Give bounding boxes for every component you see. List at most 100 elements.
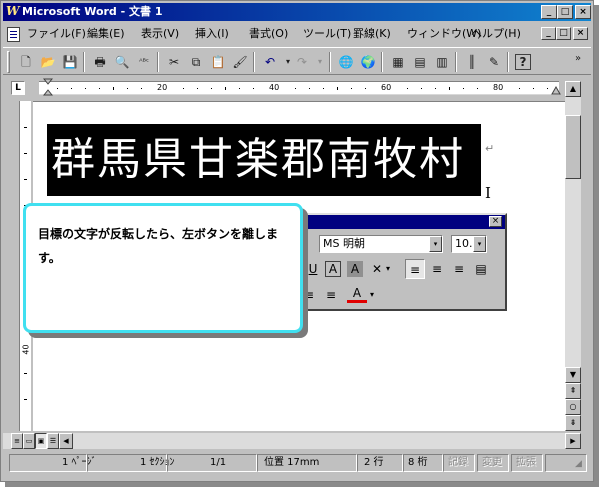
ruler-dot [239,88,240,89]
menu-view[interactable]: 表示(V) [141,27,179,41]
new-doc-icon[interactable]: 🗋 [15,51,37,73]
font-name-combo[interactable]: MS 明朝 ▾ [319,235,443,253]
char-border-button[interactable]: A [325,261,341,277]
print-layout-view-button[interactable]: ▣ [35,433,47,449]
maximize-button[interactable]: □ [557,5,573,19]
scroll-up-button[interactable]: ▲ [565,81,581,97]
document-icon[interactable] [7,27,20,42]
insert-excel-icon[interactable]: ▥ [431,51,453,73]
menu-bar: ファイル(F) 編集(E) 表示(V) 挿入(I) 書式(O) ツール(T) 罫… [3,23,591,45]
vruler-tick [24,153,27,154]
ibeam-cursor-icon: I [485,184,491,202]
scroll-left-button[interactable]: ◀ [59,433,73,449]
underline-button[interactable]: U [303,259,323,279]
distribute-button[interactable]: ▤ [471,259,491,279]
status-ext[interactable]: 拡張 [511,454,543,472]
print-preview-icon[interactable]: 🔍 [111,51,133,73]
toolbar-separator [455,52,457,72]
menu-insert[interactable]: 挿入(I) [195,27,229,41]
status-rec[interactable]: 記録 [443,454,475,472]
ruler-dot [99,88,100,89]
font-color-dropdown-icon[interactable]: ▾ [367,285,377,305]
selected-text[interactable]: 群馬県甘楽郡南牧村 [47,124,481,196]
ruler-dot [295,88,296,89]
increase-indent-button[interactable]: ≡ [321,285,341,305]
ruler-dot [253,88,254,89]
menu-help[interactable]: ヘルプ(H) [471,27,521,41]
ruler-dot [211,88,212,89]
toolbar-grip[interactable] [7,51,10,73]
status-line: 2 行 [357,454,403,472]
scroll-down-button[interactable]: ▼ [565,367,581,383]
redo-dropdown-icon[interactable]: ▾ [309,51,331,73]
status-page-of: 1/1 [167,454,257,472]
paragraph-mark: ↵ [485,142,495,155]
hyperlink-icon[interactable]: 🌐 [335,51,357,73]
first-line-indent-marker[interactable] [43,78,53,98]
tab-selector[interactable]: L [11,81,25,95]
outline-view-button[interactable]: ☰ [47,433,59,449]
ruler-tick [449,87,450,90]
align-right-button[interactable]: ≡ [449,259,469,279]
status-trk[interactable]: 変更 [477,454,509,472]
resize-grip-icon[interactable]: ◢ [575,459,582,469]
ruler-tick [337,87,338,90]
scroll-right-button[interactable]: ▶ [565,433,581,449]
standard-toolbar: 🗋 📂 💾 🖶 🔍 ᴬᴮᶜ ✂ ⧉ 📋 🖌 ↶ ▾ ↷ ▾ 🌐 🌍 ▦ ▤ ▥ … [3,47,591,75]
font-size-combo[interactable]: 10.5 ▾ [451,235,487,253]
help-icon[interactable]: ? [515,54,531,70]
insert-table-icon[interactable]: ▤ [409,51,431,73]
paste-icon[interactable]: 📋 [207,51,229,73]
more-buttons-icon[interactable]: » [567,48,589,70]
char-shading-button[interactable]: A [347,261,363,277]
menu-format[interactable]: 書式(O) [249,27,288,41]
right-indent-marker[interactable] [551,86,561,96]
align-left-button[interactable]: ≡ [405,259,425,279]
web-toolbar-icon[interactable]: 🌍 [357,51,379,73]
font-size-dropdown-icon[interactable]: ▾ [473,236,486,252]
copy-icon[interactable]: ⧉ [185,51,207,73]
word-app-icon[interactable]: W [6,4,20,19]
menu-tools[interactable]: ツール(T) [303,27,351,41]
align-center-button[interactable]: ≡ [427,259,447,279]
scroll-thumb[interactable] [565,115,581,179]
ruler-dot [519,88,520,89]
toolbar-separator [83,52,85,72]
drawing-icon[interactable]: ✎ [483,51,505,73]
tables-borders-icon[interactable]: ▦ [387,51,409,73]
doc-minimize-button[interactable]: _ [541,27,556,40]
horizontal-scrollbar[interactable]: ≡ ▭ ▣ ☰ ◀ ▶ [3,433,581,449]
previous-page-button[interactable]: ⇞ [565,383,581,399]
cut-icon[interactable]: ✂ [163,51,185,73]
format-painter-icon[interactable]: 🖌 [229,51,251,73]
horizontal-ruler-row: L 20 40 60 80 [3,77,591,99]
print-icon[interactable]: 🖶 [89,51,111,73]
doc-restore-button[interactable]: □ [556,27,571,40]
select-browse-object-button[interactable]: ○ [565,399,581,415]
menu-table[interactable]: 罫線(K) [353,27,391,41]
save-icon[interactable]: 💾 [59,51,81,73]
ruler-dot [323,88,324,89]
formatting-toolbar-close-button[interactable]: × [489,216,502,227]
close-button[interactable]: × [575,5,591,19]
minimize-button[interactable]: _ [541,5,557,19]
char-scaling-dropdown-icon[interactable]: ▾ [383,259,393,279]
horizontal-ruler[interactable]: 20 40 60 80 [39,81,559,95]
callout-text: 目標の文字が反転したら、左ボタンを離します。 [38,227,279,265]
font-name-dropdown-icon[interactable]: ▾ [429,236,442,252]
ruler-dot [463,88,464,89]
open-icon[interactable]: 📂 [37,51,59,73]
next-page-button[interactable]: ⇟ [565,415,581,431]
columns-icon[interactable]: ║ [461,51,483,73]
spellcheck-icon[interactable]: ᴬᴮᶜ [133,51,155,73]
menu-file[interactable]: ファイル(F) [27,27,86,41]
vertical-scrollbar[interactable]: ▲ ▼ ⇞ ○ ⇟ [565,81,581,431]
title-bar[interactable]: W Microsoft Word - 文書 1 _ □ × [3,3,591,21]
menu-edit[interactable]: 編集(E) [87,27,125,41]
doc-close-button[interactable]: × [573,27,588,40]
toolbar-separator [253,52,255,72]
font-color-button[interactable]: A [347,285,367,303]
ruler-dot [407,88,408,89]
web-layout-view-button[interactable]: ▭ [23,433,35,449]
normal-view-button[interactable]: ≡ [11,433,23,449]
